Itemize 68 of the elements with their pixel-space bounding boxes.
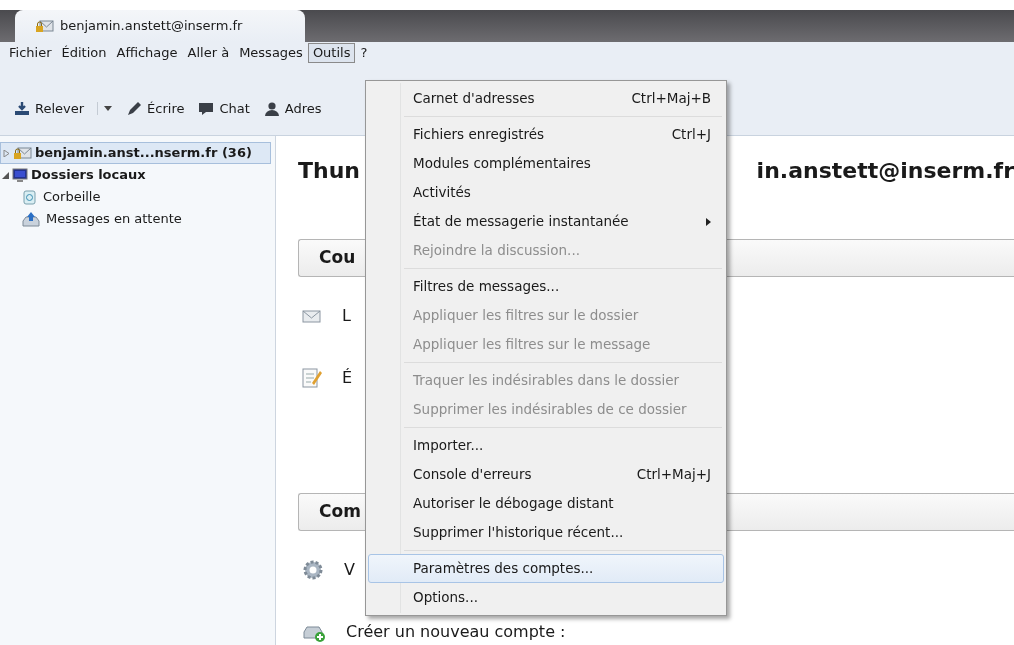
menu-shortcut: Ctrl+Maj+J — [636, 465, 711, 485]
chat-bubble-icon — [198, 100, 215, 117]
menu-item[interactable]: Modules complémentaires — [368, 149, 724, 178]
page-heading: Thun — [298, 157, 360, 185]
outbox-icon — [22, 211, 40, 227]
toolbar-button[interactable]: Relever — [14, 98, 113, 119]
menu-item-label: Appliquer les filtres sur le message — [413, 335, 651, 355]
download-icon — [14, 100, 30, 117]
menu-item[interactable]: Édition — [56, 43, 112, 63]
menu-item[interactable]: Activités — [368, 178, 724, 207]
menu-shortcut: Ctrl+J — [671, 125, 711, 145]
menu-item[interactable]: Paramètres des comptes... — [368, 554, 724, 583]
menu-item[interactable]: Aller à — [182, 43, 235, 63]
menu-shortcut: Ctrl+Maj+B — [631, 89, 711, 109]
folder-item[interactable]: Corbeille — [0, 186, 271, 208]
page-heading: in.anstett@inserm.fr — [756, 157, 1014, 185]
menu-item-label: Rejoindre la discussion... — [413, 241, 580, 261]
menu-item-label: Options... — [413, 588, 478, 608]
account-icon — [13, 146, 32, 160]
toolbar-button[interactable]: Écrire — [126, 98, 185, 119]
menu-item-label: État de messagerie instantanée — [413, 212, 629, 232]
expanded-arrow-icon[interactable] — [2, 171, 9, 179]
action-link[interactable]: Créer un nouveau compte : — [346, 620, 566, 644]
menu-item[interactable]: Carnet d'adresses Ctrl+Maj+B — [368, 84, 724, 113]
pencil-icon — [126, 100, 143, 117]
person-icon — [263, 100, 280, 117]
menu-item[interactable]: Messages — [234, 43, 308, 63]
menu-item-label: Modules complémentaires — [413, 154, 591, 174]
menu-item-label: Supprimer les indésirables de ce dossier — [413, 400, 687, 420]
menu-item[interactable]: Fichiers enregistrés Ctrl+J — [368, 120, 724, 149]
notepad-pencil-icon — [302, 367, 322, 389]
toolbar-button[interactable]: Chat — [198, 98, 250, 119]
menu-item-label: Carnet d'adresses — [413, 89, 535, 109]
folder-item[interactable]: benjamin.anst...nserm.fr (36) — [0, 142, 271, 164]
menu-item-label: Filtres de messages... — [413, 277, 560, 297]
menu-item-label: Appliquer les filtres sur le dossier — [413, 306, 639, 326]
menu-item-label: Traquer les indésirables dans le dossier — [413, 371, 680, 391]
action-link[interactable]: É — [342, 366, 353, 390]
menu-item[interactable]: Console d'erreurs Ctrl+Maj+J — [368, 460, 724, 489]
menu-item-label: Fichiers enregistrés — [413, 125, 545, 145]
submenu-arrow-icon — [706, 217, 711, 226]
folder-name: Corbeille — [43, 188, 101, 207]
menu-item-label: Importer... — [413, 436, 484, 456]
menu-item-label: Activités — [413, 183, 471, 203]
menu-item-label: Console d'erreurs — [413, 465, 532, 485]
folder-name: Dossiers locaux — [31, 166, 146, 185]
menu-item-label: Paramètres des comptes... — [413, 559, 594, 579]
trash-icon — [22, 189, 37, 205]
folder-name: benjamin.anst...nserm.fr (36) — [35, 144, 252, 163]
menu-item[interactable]: ? — [355, 43, 373, 63]
menu-item[interactable]: État de messagerie instantanée — [368, 207, 724, 236]
menu-item[interactable]: Fichier — [4, 43, 57, 63]
folder-item[interactable]: Messages en attente — [0, 208, 271, 230]
menu-item[interactable]: Options... — [368, 583, 724, 612]
account-icon — [35, 19, 54, 33]
action-link[interactable]: V — [344, 558, 355, 582]
menu-item-label: Autoriser le débogage distant — [413, 494, 614, 514]
menu-item[interactable]: Importer... — [368, 431, 724, 460]
toolbar-button[interactable]: Adres — [263, 98, 322, 119]
menu-item[interactable]: Outils — [307, 43, 356, 63]
gear-icon — [302, 559, 324, 581]
action-link[interactable]: L — [342, 304, 351, 328]
collapsed-arrow-icon[interactable] — [3, 149, 10, 157]
caret-icon — [104, 105, 113, 111]
folder-name: Messages en attente — [46, 210, 182, 229]
menu-item[interactable]: Affichage — [111, 43, 183, 63]
folder-item[interactable]: Dossiers locaux — [0, 164, 271, 186]
monitor-icon — [12, 167, 28, 183]
